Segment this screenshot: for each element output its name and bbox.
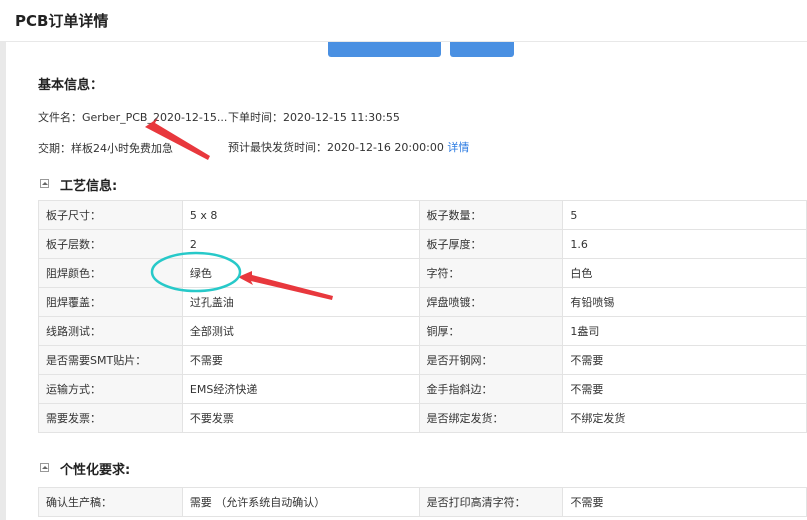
arrow-to-filename [145, 118, 210, 160]
arrow-to-solder-color [238, 271, 333, 300]
highlight-circle [150, 251, 242, 293]
annotation-overlay [145, 118, 333, 300]
